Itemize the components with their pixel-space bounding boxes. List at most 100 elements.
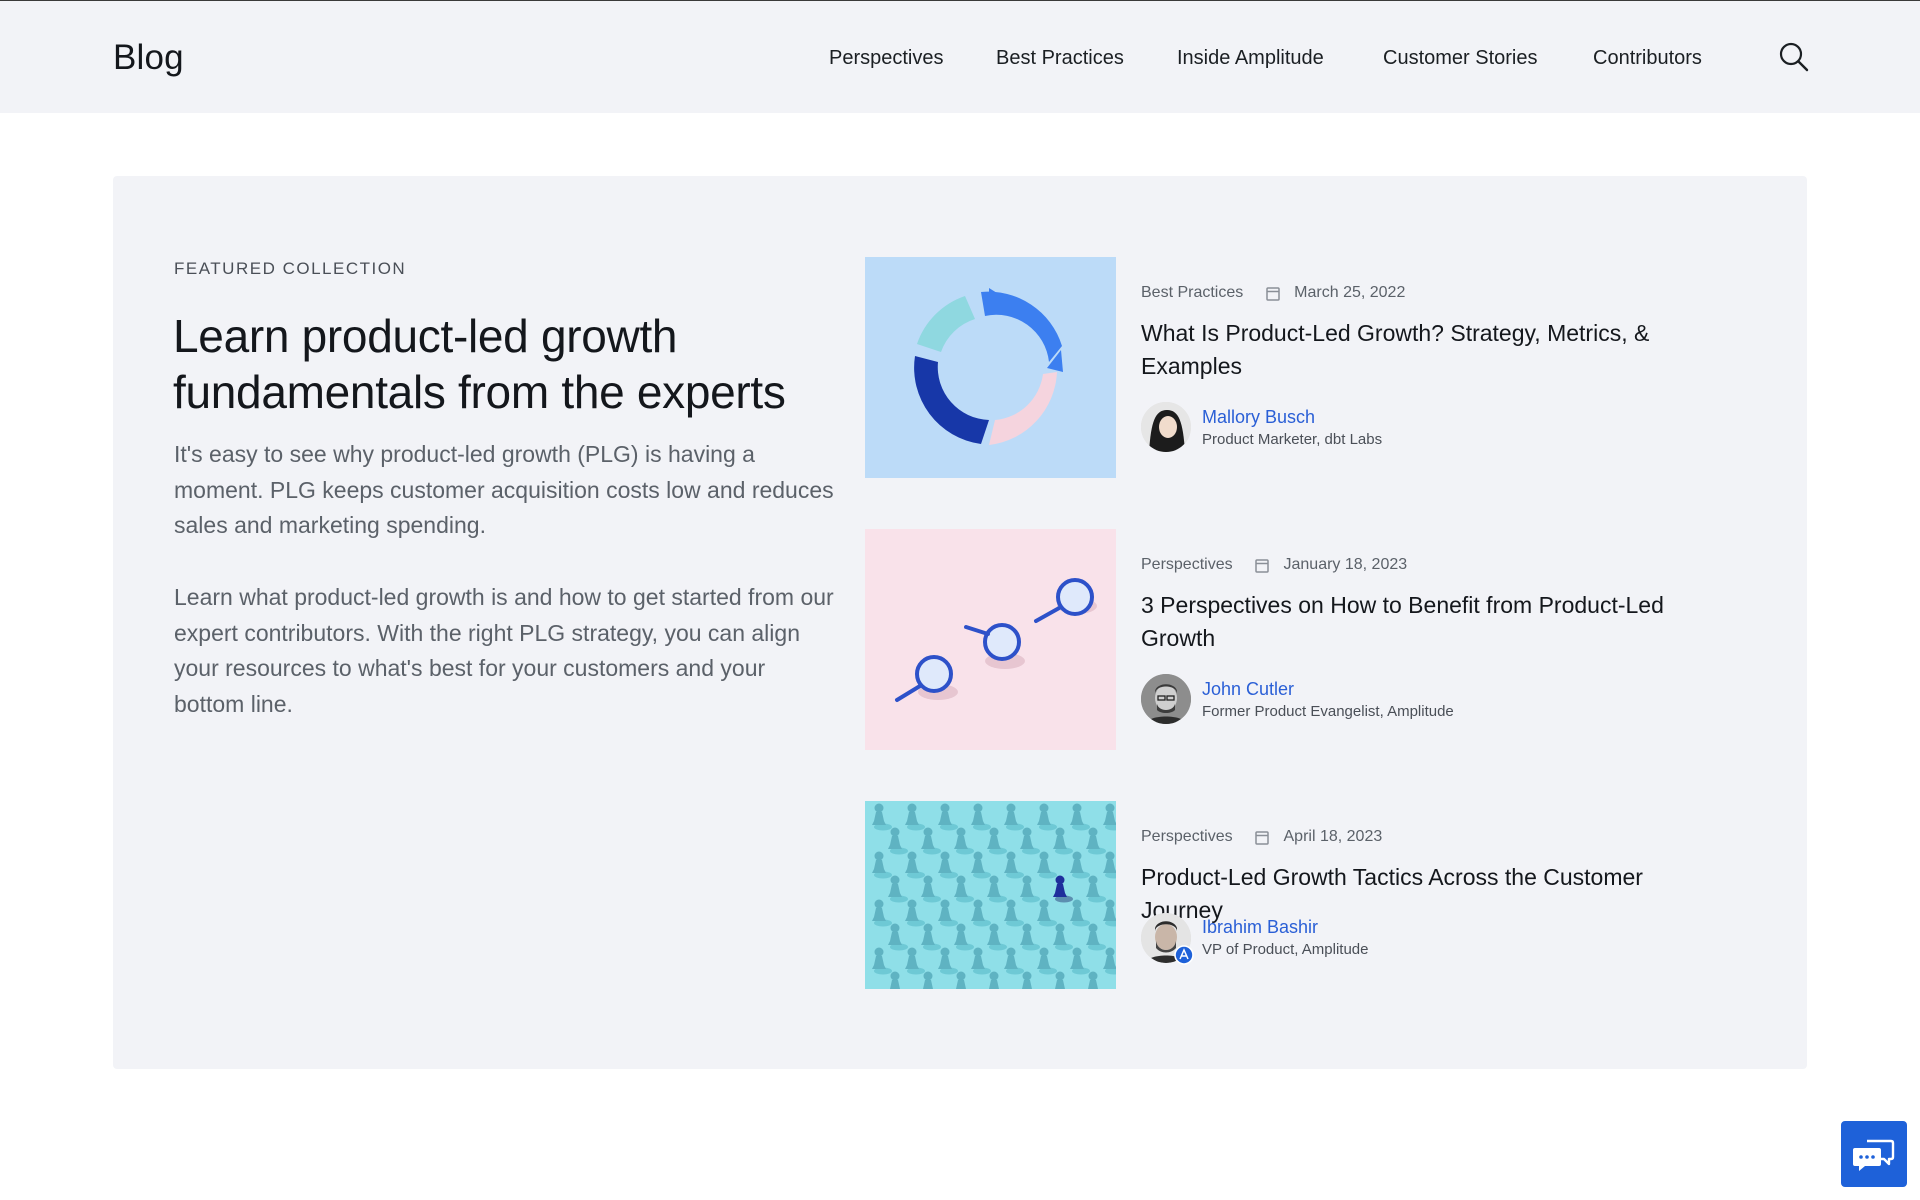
- pawn-figure: [1103, 803, 1116, 831]
- pawn-figure: [905, 803, 925, 831]
- pawn-figure: [1004, 851, 1024, 879]
- pawn-figure: [1070, 803, 1090, 831]
- article-image-donut[interactable]: [865, 257, 1116, 478]
- pawn-figure: [1020, 875, 1040, 903]
- article-date: March 25, 2022: [1294, 284, 1406, 301]
- pawn-figure: [1086, 923, 1106, 951]
- pawn-figure: [923, 971, 933, 989]
- pawn-figure: [1037, 851, 1057, 879]
- pawn-figure: [1053, 923, 1073, 951]
- donut-cycle-illustration: [914, 288, 1063, 445]
- pawn-figure: [1103, 851, 1116, 879]
- pawn-figure: [872, 803, 892, 831]
- pawn-figure: [1103, 947, 1116, 975]
- avatar: [1141, 913, 1194, 965]
- pawn-figure: [888, 875, 908, 903]
- article-title[interactable]: 3 Perspectives on How to Benefit from Pr…: [1141, 589, 1721, 655]
- pawn-figure: [1037, 947, 1057, 975]
- pawn-figure: [872, 851, 892, 879]
- pawn-figure: [971, 947, 991, 975]
- author-name[interactable]: Mallory Busch: [1202, 407, 1315, 428]
- pawn-figure: [1086, 875, 1106, 903]
- search-button[interactable]: [1777, 40, 1811, 74]
- pawn-figure: [905, 851, 925, 879]
- article-title[interactable]: What Is Product-Led Growth? Strategy, Me…: [1141, 317, 1721, 383]
- nav-customer-stories[interactable]: Customer Stories: [1383, 47, 1538, 70]
- pawn-figure: [1004, 947, 1024, 975]
- pawn-figure: [1004, 803, 1024, 831]
- pawn-figure: [1053, 827, 1073, 855]
- article-category[interactable]: Perspectives: [1141, 556, 1233, 574]
- pawn-figure: [905, 899, 925, 927]
- pawn-figure: [954, 923, 974, 951]
- pawn-figure: [971, 851, 991, 879]
- pawn-figure: [1055, 971, 1065, 989]
- pawn-figure: [1088, 971, 1098, 989]
- article-meta: Perspectives April 18, 2023: [1141, 828, 1382, 846]
- pawn-figure: [938, 851, 958, 879]
- pawn-figure: [1020, 827, 1040, 855]
- pawn-figure: [1086, 827, 1106, 855]
- pawn-figure: [872, 947, 892, 975]
- pawn-figure: [1020, 923, 1040, 951]
- pawn-figure: [890, 971, 900, 989]
- pawn-figure: [921, 923, 941, 951]
- pawn-figure: [1037, 803, 1057, 831]
- pawn-figure: [1070, 851, 1090, 879]
- site-header: Blog Perspectives Best Practices Inside …: [0, 1, 1920, 113]
- author-role: Former Product Evangelist, Amplitude: [1202, 703, 1454, 720]
- featured-intro-paragraph: It's easy to see why product-led growth …: [174, 441, 834, 538]
- article-category[interactable]: Best Practices: [1141, 284, 1243, 302]
- pawn-figure: [921, 875, 941, 903]
- author-role: VP of Product, Amplitude: [1202, 941, 1369, 958]
- article-image-magnifiers[interactable]: [865, 529, 1116, 750]
- avatar: [1141, 674, 1191, 724]
- pawn-figure: [938, 947, 958, 975]
- magnifying-glasses-illustration: [895, 578, 1097, 702]
- featured-detail-paragraph: Learn what product-led growth is and how…: [174, 584, 834, 717]
- featured-eyebrow: FEATURED COLLECTION: [174, 259, 407, 278]
- pawn-figure: [987, 827, 1007, 855]
- pawn-figure: [921, 827, 941, 855]
- amplitude-badge-icon: [1174, 945, 1194, 965]
- nav-best-practices[interactable]: Best Practices: [996, 47, 1124, 70]
- pawn-figure: [1022, 971, 1032, 989]
- calendar-icon: [1255, 558, 1269, 573]
- chess-pawns-illustration: [872, 803, 1116, 989]
- chat-button[interactable]: [1841, 1121, 1907, 1187]
- pawn-figure: [954, 875, 974, 903]
- pawn-figure: [888, 827, 908, 855]
- calendar-icon: [1255, 830, 1269, 845]
- pawn-figure: [971, 899, 991, 927]
- pawn-figure: [956, 971, 966, 989]
- nav-perspectives[interactable]: Perspectives: [829, 47, 944, 70]
- pawn-figure: [1004, 899, 1024, 927]
- article-meta: Perspectives January 18, 2023: [1141, 556, 1407, 574]
- pawn-figure: [1037, 899, 1057, 927]
- chat-icon: [1853, 1139, 1895, 1171]
- author-name[interactable]: Ibrahim Bashir: [1202, 917, 1318, 938]
- pawn-figure: [987, 875, 1007, 903]
- pawn-figure: [888, 923, 908, 951]
- pawn-figure: [971, 803, 991, 831]
- main-nav: Perspectives Best Practices Inside Ampli…: [0, 47, 1920, 73]
- article-category[interactable]: Perspectives: [1141, 828, 1233, 846]
- article-image-chess[interactable]: [865, 801, 1116, 989]
- calendar-icon: [1265, 286, 1280, 301]
- pawn-figure: [954, 827, 974, 855]
- nav-inside-amplitude[interactable]: Inside Amplitude: [1177, 47, 1324, 70]
- pawn-figure: [905, 947, 925, 975]
- pawn-figure: [987, 923, 1007, 951]
- pawn-figure: [1070, 947, 1090, 975]
- article-date: April 18, 2023: [1283, 828, 1383, 845]
- pawn-figure: [989, 971, 999, 989]
- article-meta: Best Practices March 25, 2022: [1141, 284, 1405, 302]
- pawn-figure: [938, 899, 958, 927]
- pawn-figure: [938, 803, 958, 831]
- pawn-figure: [1103, 899, 1116, 927]
- author-name[interactable]: John Cutler: [1202, 679, 1294, 700]
- featured-headline: Learn product-led growth fundamentals fr…: [173, 310, 786, 418]
- author-role: Product Marketer, dbt Labs: [1202, 431, 1383, 448]
- nav-contributors[interactable]: Contributors: [1593, 47, 1702, 70]
- search-icon: [1779, 42, 1809, 72]
